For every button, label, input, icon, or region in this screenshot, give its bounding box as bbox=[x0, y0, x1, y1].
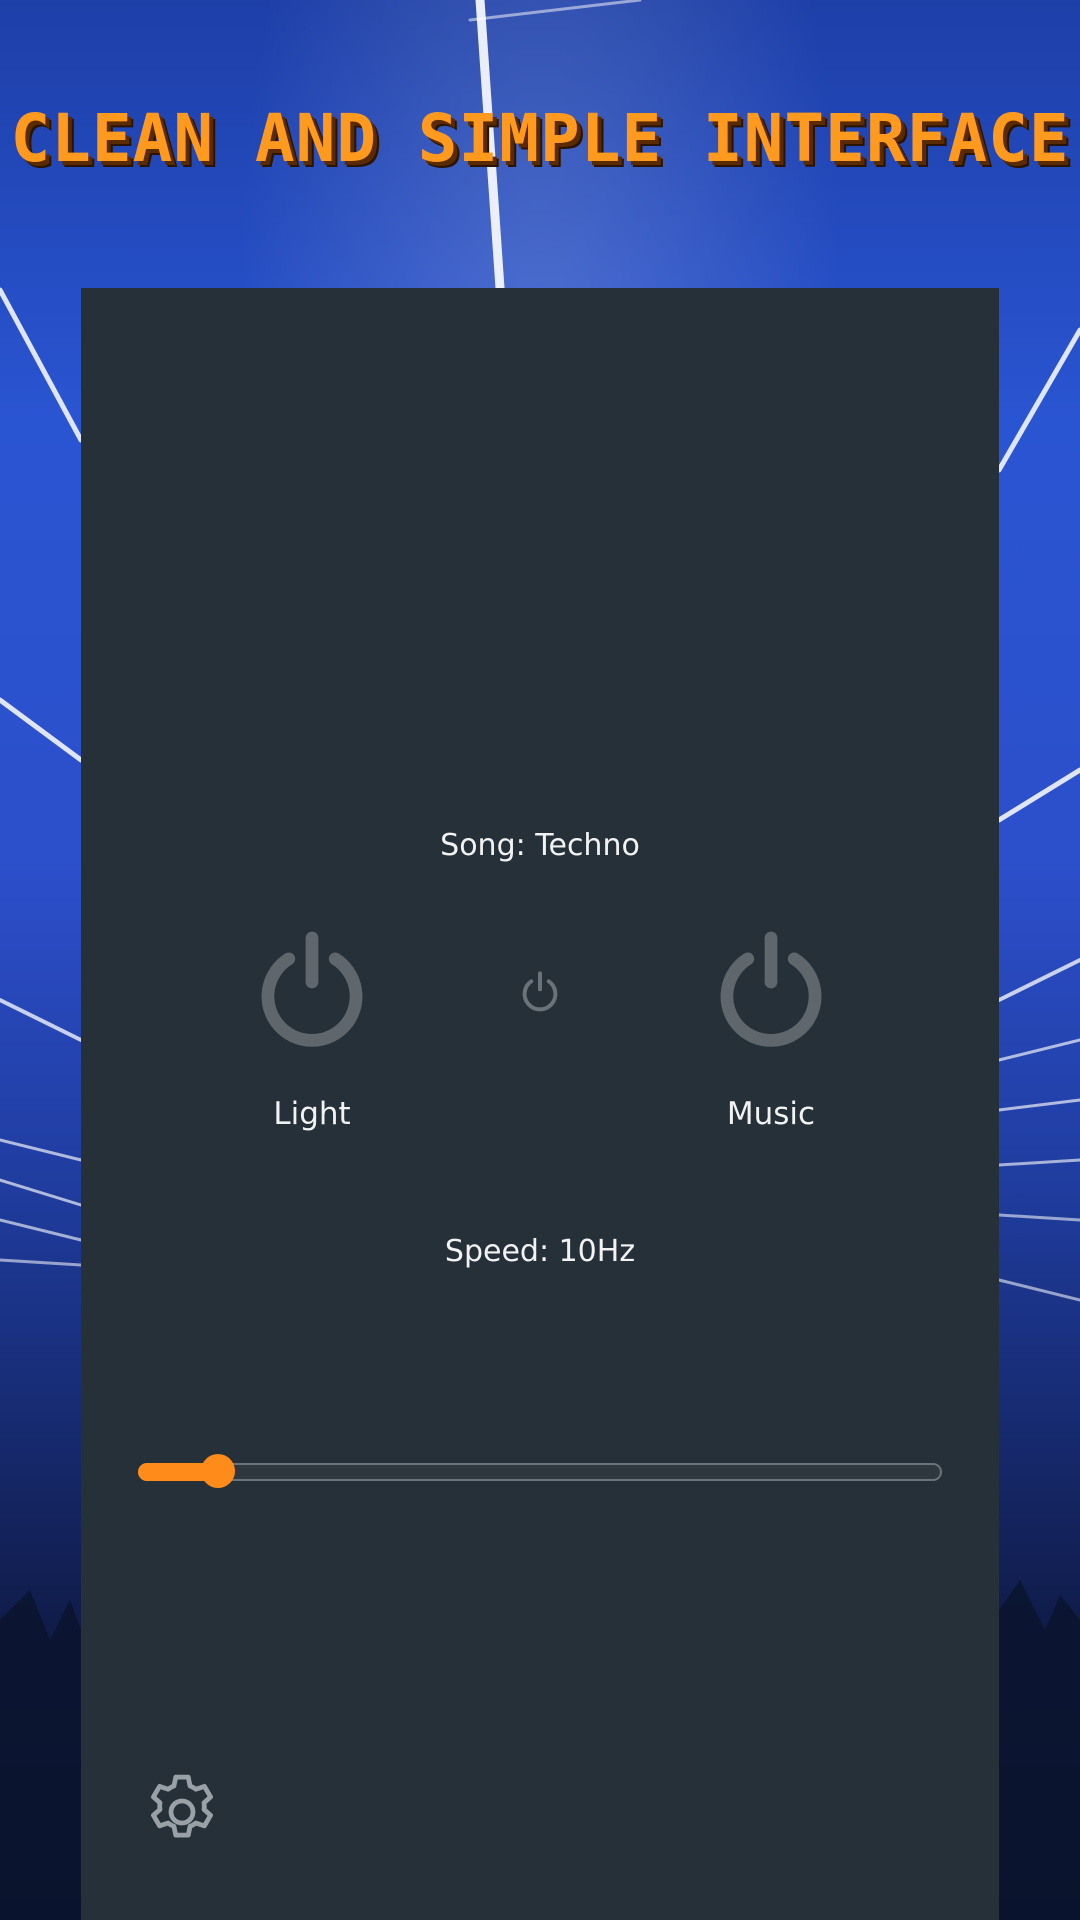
slider-track bbox=[138, 1463, 942, 1481]
music-power-button[interactable] bbox=[713, 931, 829, 1047]
app-title: CLEAN AND SIMPLE INTERFACE bbox=[10, 100, 1070, 177]
control-panel: Song: Techno Light Music Speed: 10Hz bbox=[81, 288, 999, 1920]
power-icon bbox=[261, 931, 363, 1047]
master-power-button[interactable] bbox=[518, 969, 562, 1013]
power-icon bbox=[720, 931, 822, 1047]
light-label: Light bbox=[273, 1096, 351, 1132]
app-screen: CLEAN AND SIMPLE INTERFACE Song: Techno … bbox=[0, 0, 1080, 1920]
music-label: Music bbox=[726, 1096, 816, 1132]
speed-slider[interactable] bbox=[138, 1454, 942, 1488]
gear-icon bbox=[151, 1774, 213, 1838]
settings-button[interactable] bbox=[138, 1768, 226, 1856]
power-icon bbox=[522, 971, 558, 1012]
speed-label: Speed: 10Hz bbox=[444, 1234, 636, 1269]
light-power-button[interactable] bbox=[254, 931, 370, 1047]
song-label: Song: Techno bbox=[440, 828, 640, 863]
slider-thumb[interactable] bbox=[201, 1454, 235, 1488]
